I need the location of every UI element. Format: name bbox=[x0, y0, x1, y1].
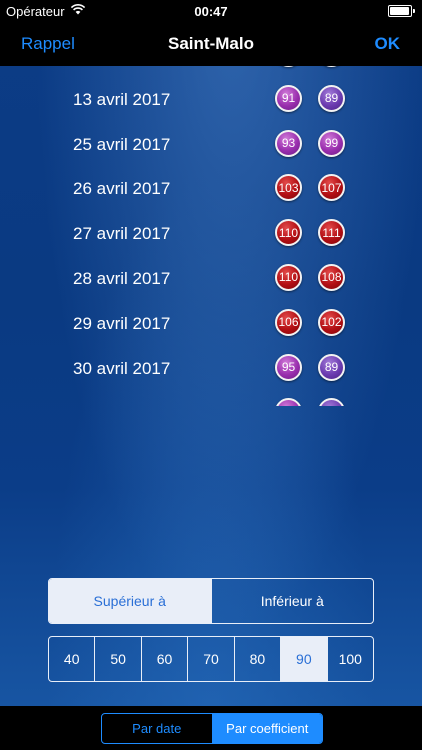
coefficient-badge-evening: 88 bbox=[318, 66, 345, 67]
row-date: 30 avril 2017 bbox=[73, 358, 171, 378]
threshold-option[interactable]: 50 bbox=[94, 637, 140, 681]
row-date: 28 avril 2017 bbox=[73, 268, 171, 288]
tide-list[interactable]: 12 avril 2017908813 avril 2017918925 avr… bbox=[0, 66, 422, 406]
coefficient-badge-morning: 90 bbox=[275, 66, 302, 67]
threshold-option[interactable]: 40 bbox=[49, 637, 94, 681]
status-bar: Opérateur 00:47 bbox=[0, 0, 422, 22]
threshold-option[interactable]: 70 bbox=[187, 637, 233, 681]
coefficient-badge-evening: 108 bbox=[318, 263, 345, 291]
sort-option[interactable]: Par date bbox=[102, 714, 212, 743]
coefficient-badge-morning: 93 bbox=[275, 129, 302, 157]
list-item[interactable]: 1 mai 2017 bbox=[0, 391, 422, 406]
comparison-segmented-control: Supérieur à Inférieur à bbox=[48, 578, 374, 624]
list-item[interactable]: 26 avril 2017 103 107 bbox=[0, 167, 422, 212]
row-date: 29 avril 2017 bbox=[73, 313, 171, 333]
navigation-bar: Rappel Saint-Malo OK bbox=[0, 22, 422, 66]
tide-list-content: 12 avril 2017908813 avril 2017918925 avr… bbox=[0, 66, 422, 406]
list-item[interactable]: 12 avril 20179088 bbox=[0, 66, 422, 78]
coefficient-badge-evening: 107 bbox=[318, 174, 345, 202]
sort-segmented-control: Par date Par coefficient bbox=[101, 713, 323, 744]
bottom-toolbar: Par date Par coefficient bbox=[0, 706, 422, 750]
app-screen: Opérateur 00:47 Rappel Saint-Malo OK 12 … bbox=[0, 0, 422, 750]
coefficient-badge-morning: 95 bbox=[275, 353, 302, 381]
coefficient-badge-morning: 91 bbox=[275, 84, 302, 112]
page-title: Saint-Malo bbox=[168, 34, 254, 53]
coefficient-badge-evening bbox=[318, 398, 345, 406]
list-item[interactable]: 30 avril 2017 95 89 bbox=[0, 347, 422, 392]
coefficient-badge-morning: 110 bbox=[275, 219, 302, 247]
comparison-option[interactable]: Inférieur à bbox=[210, 579, 374, 623]
coefficient-badge-morning: 103 bbox=[275, 174, 302, 202]
threshold-option[interactable]: 60 bbox=[140, 637, 187, 681]
row-date: 26 avril 2017 bbox=[73, 179, 171, 199]
sort-option[interactable]: Par coefficient bbox=[211, 714, 322, 743]
list-item[interactable]: 25 avril 2017 93 99 bbox=[0, 123, 422, 168]
row-date: 1 mai 2017 bbox=[73, 403, 157, 406]
battery-icon bbox=[388, 5, 415, 17]
threshold-segmented-control: 40 50 60 70 80 90 100 bbox=[48, 636, 374, 682]
list-item[interactable]: 13 avril 2017 91 89 bbox=[0, 78, 422, 123]
coefficient-badge-morning: 106 bbox=[275, 308, 302, 336]
list-item[interactable]: 29 avril 2017 106 102 bbox=[0, 302, 422, 347]
list-item[interactable]: 28 avril 2017 110 108 bbox=[0, 257, 422, 302]
coefficient-badge-evening: 102 bbox=[318, 308, 345, 336]
done-button[interactable]: OK bbox=[375, 34, 401, 54]
coefficient-badge-evening: 89 bbox=[318, 353, 345, 381]
threshold-option[interactable]: 80 bbox=[233, 637, 280, 681]
row-date: 27 avril 2017 bbox=[73, 224, 171, 244]
coefficient-badge-evening: 111 bbox=[318, 219, 345, 247]
list-item[interactable]: 27 avril 2017 110 111 bbox=[0, 212, 422, 257]
coefficient-badge-evening: 99 bbox=[318, 129, 345, 157]
row-date: 13 avril 2017 bbox=[73, 89, 171, 109]
threshold-option[interactable]: 90 bbox=[280, 637, 327, 681]
coefficient-badge-morning: 110 bbox=[275, 263, 302, 291]
coefficient-badge-morning bbox=[275, 398, 302, 406]
threshold-option[interactable]: 100 bbox=[326, 637, 373, 681]
row-date: 25 avril 2017 bbox=[73, 134, 171, 154]
comparison-option[interactable]: Supérieur à bbox=[49, 579, 211, 623]
clock: 00:47 bbox=[194, 4, 228, 19]
coefficient-badge-evening: 89 bbox=[318, 84, 345, 112]
